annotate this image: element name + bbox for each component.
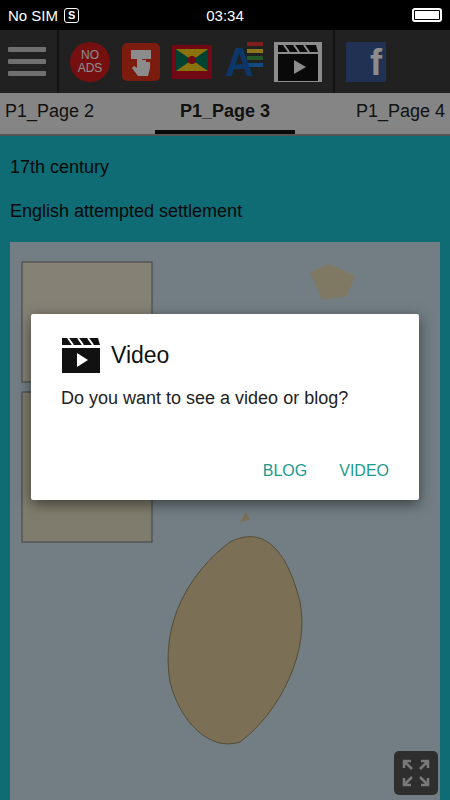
clapperboard-icon: [61, 336, 101, 374]
battery-icon: [412, 8, 442, 22]
dialog-message: Do you want to see a video or blog?: [61, 386, 395, 410]
dialog-button[interactable]: VIDEO: [333, 454, 395, 488]
choice-dialog: Video Do you want to see a video or blog…: [31, 314, 419, 500]
dialog-title: Video: [61, 336, 395, 374]
screen: No SIM S 03:34 NO ADS A f P1_Page 2P1_Pa…: [0, 0, 450, 800]
carrier-text: No SIM: [8, 7, 58, 24]
sim-icon: S: [64, 8, 79, 23]
clock: 03:34: [206, 7, 244, 24]
status-bar: No SIM S 03:34: [0, 0, 450, 30]
dialog-actions: BLOG VIDEO: [61, 454, 395, 488]
dialog-button[interactable]: BLOG: [257, 454, 313, 488]
